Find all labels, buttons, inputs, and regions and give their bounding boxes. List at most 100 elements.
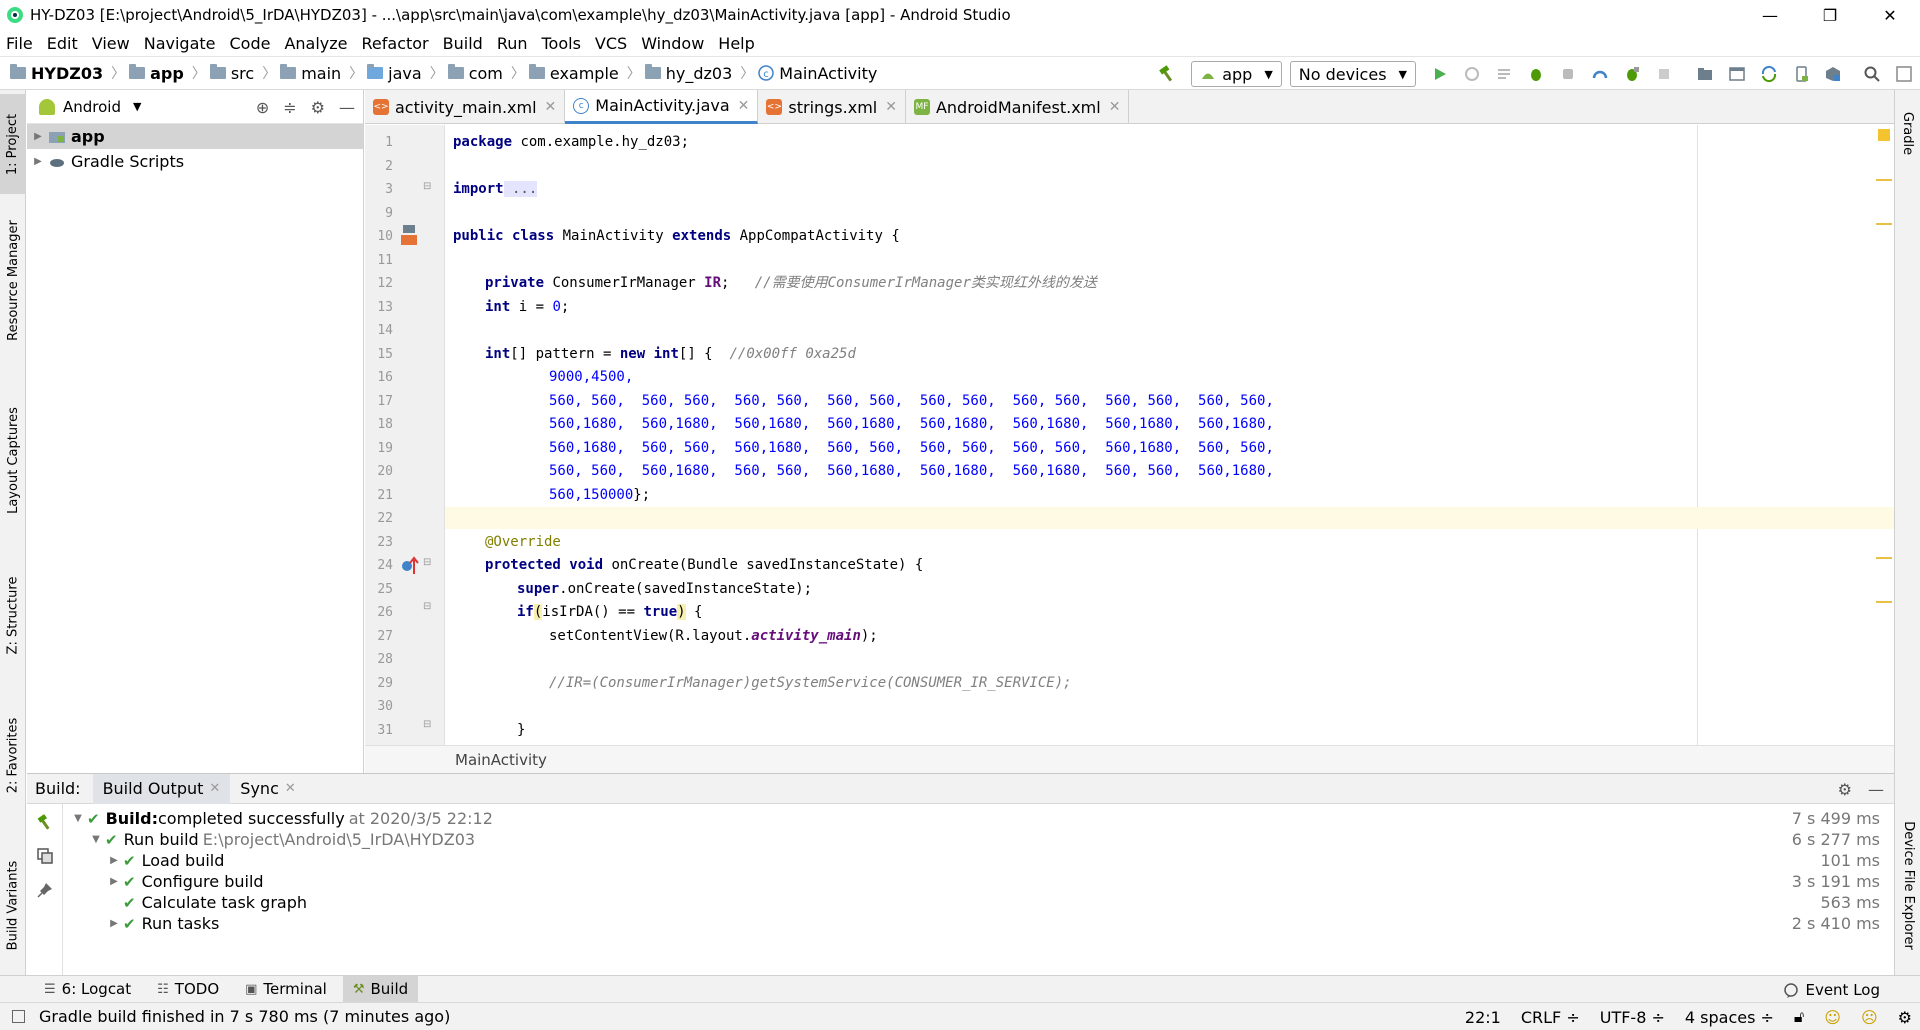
breadcrumb-main[interactable]: main — [280, 64, 341, 83]
search-icon[interactable] — [1861, 63, 1883, 85]
indent-select[interactable]: 4 spaces ÷ — [1685, 1008, 1774, 1027]
warning-marker[interactable] — [1876, 223, 1892, 225]
close-icon[interactable]: ✕ — [738, 98, 750, 114]
stop-icon[interactable] — [1653, 63, 1675, 85]
pin-icon[interactable] — [35, 880, 55, 900]
memory-indicator-icon[interactable]: ⚙ — [1898, 1008, 1912, 1027]
tool-window-structure[interactable]: Z: Structure — [0, 565, 26, 665]
tool-window-layout-captures[interactable]: Layout Captures — [0, 390, 26, 530]
build-row[interactable]: ▶ ✔ Run tasks 2 s 410 ms — [63, 913, 1894, 934]
project-structure-icon[interactable] — [1694, 63, 1716, 85]
close-button[interactable]: ✕ — [1860, 0, 1920, 30]
tree-item-gradle-scripts[interactable]: ▶ Gradle Scripts — [27, 149, 363, 174]
run-configuration-select[interactable]: app ▼ — [1191, 61, 1282, 87]
file-encoding-select[interactable]: UTF-8 ÷ — [1600, 1008, 1665, 1027]
menu-tools[interactable]: Tools — [542, 34, 581, 53]
override-method-icon[interactable] — [401, 556, 419, 576]
menu-view[interactable]: View — [92, 34, 130, 53]
warning-marker[interactable] — [1876, 557, 1892, 559]
tool-window-gradle[interactable]: Gradle — [1895, 98, 1920, 168]
breadcrumb-hy-dz03[interactable]: hy_dz03 — [644, 64, 732, 83]
tool-windows-toggle-icon[interactable] — [12, 1010, 25, 1023]
menu-navigate[interactable]: Navigate — [144, 34, 216, 53]
account-icon[interactable] — [1893, 63, 1915, 85]
tool-tab-terminal[interactable]: ▣ Terminal — [235, 976, 337, 1003]
chevron-down-icon[interactable]: ▼ — [87, 834, 105, 845]
menu-code[interactable]: Code — [230, 34, 271, 53]
tool-window-project[interactable]: 1: Project — [0, 94, 26, 194]
menu-file[interactable]: File — [6, 34, 33, 53]
gear-icon[interactable]: ⚙ — [1838, 780, 1852, 799]
fold-marker-icon[interactable]: ⊟ — [423, 601, 431, 612]
tab-activity-main-xml[interactable]: <> activity_main.xml ✕ — [365, 90, 566, 124]
folded-imports[interactable]: ... — [503, 181, 538, 197]
editor-scrollbar-markers[interactable] — [1870, 125, 1894, 745]
expand-arrow-icon[interactable]: ▶ — [27, 156, 49, 167]
menu-help[interactable]: Help — [718, 34, 754, 53]
sync-gradle-icon[interactable] — [1758, 63, 1780, 85]
warning-marker[interactable] — [1876, 179, 1892, 181]
close-icon[interactable]: ✕ — [545, 99, 557, 115]
tool-tab-todo[interactable]: ☷ TODO — [147, 976, 229, 1003]
breadcrumb-src[interactable]: src — [209, 64, 254, 83]
tool-window-favorites[interactable]: 2: Favorites — [0, 705, 26, 805]
device-select[interactable]: No devices ▼ — [1289, 61, 1416, 87]
event-log-button[interactable]: Event Log — [1783, 976, 1880, 1003]
tab-strings-xml[interactable]: <> strings.xml ✕ — [758, 90, 906, 124]
chevron-down-icon[interactable]: ▼ — [69, 813, 87, 824]
chevron-right-icon[interactable]: ▶ — [105, 918, 123, 929]
tab-build-output[interactable]: Build Output ✕ — [92, 773, 231, 804]
breadcrumb-project[interactable]: HYDZ03 — [10, 64, 103, 83]
menu-vcs[interactable]: VCS — [595, 34, 627, 53]
hide-icon[interactable]: — — [1868, 780, 1884, 799]
happy-feedback-icon[interactable]: ☺ — [1824, 1008, 1841, 1027]
lock-icon[interactable]: 🔓︎ — [1794, 1007, 1804, 1027]
attach-debugger-icon[interactable] — [1557, 63, 1579, 85]
editor-breadcrumb[interactable]: MainActivity — [455, 751, 547, 769]
apply-changes-icon[interactable] — [1461, 63, 1483, 85]
build-row[interactable]: ▼ ✔ Build: completed successfully at 202… — [63, 808, 1894, 829]
menu-build[interactable]: Build — [443, 34, 483, 53]
locate-icon[interactable]: ⊕ — [256, 98, 269, 117]
expand-arrow-icon[interactable]: ▶ — [27, 131, 49, 142]
breadcrumb-com[interactable]: com — [447, 64, 503, 83]
toggle-view-icon[interactable] — [35, 846, 55, 866]
menu-analyze[interactable]: Analyze — [284, 34, 347, 53]
menu-run[interactable]: Run — [497, 34, 528, 53]
build-row[interactable]: ▶ ✔ Load build 101 ms — [63, 850, 1894, 871]
build-row[interactable]: ▶ ✔ Configure build 3 s 191 ms — [63, 871, 1894, 892]
breadcrumb-java[interactable]: java — [367, 64, 422, 83]
fold-marker-icon[interactable]: ⊟ — [423, 181, 431, 192]
hide-icon[interactable]: — — [339, 98, 355, 117]
hammer-icon[interactable] — [35, 812, 55, 832]
run-icon[interactable] — [1429, 63, 1451, 85]
fold-marker-icon[interactable]: ⊟ — [423, 557, 431, 568]
profile-icon[interactable] — [1589, 63, 1611, 85]
sad-feedback-icon[interactable]: ☹ — [1861, 1008, 1878, 1027]
build-row[interactable]: ✔ Calculate task graph 563 ms — [63, 892, 1894, 913]
project-view-select[interactable]: Android — [63, 98, 121, 116]
tool-window-build-variants[interactable]: Build Variants — [0, 850, 26, 960]
tool-tab-logcat[interactable]: ☰ 6: Logcat — [34, 976, 141, 1003]
tab-mainactivity-java[interactable]: c MainActivity.java ✕ — [565, 90, 759, 124]
warning-marker[interactable] — [1876, 601, 1892, 603]
breadcrumb-app[interactable]: app — [129, 64, 184, 83]
warning-indicator-icon[interactable] — [1878, 129, 1890, 141]
tree-item-app[interactable]: ▶ app — [27, 124, 363, 149]
layout-xml-icon[interactable] — [401, 225, 419, 247]
chevron-right-icon[interactable]: ▶ — [105, 855, 123, 866]
fold-marker-icon[interactable]: ⊟ — [423, 719, 431, 730]
apply-code-changes-icon[interactable] — [1493, 63, 1515, 85]
gear-icon[interactable]: ⚙ — [311, 98, 325, 117]
debug-icon[interactable] — [1525, 63, 1547, 85]
status-message[interactable]: Gradle build finished in 7 s 780 ms (7 m… — [12, 1007, 450, 1026]
hammer-icon[interactable] — [1156, 63, 1178, 85]
layout-inspector-icon[interactable] — [1726, 63, 1748, 85]
tool-window-resource-manager[interactable]: Resource Manager — [0, 200, 26, 360]
sdk-manager-icon[interactable] — [1822, 63, 1844, 85]
tab-sync[interactable]: Sync ✕ — [230, 774, 305, 804]
menu-refactor[interactable]: Refactor — [362, 34, 429, 53]
code-editor[interactable]: 1 2 3 9 10 11 12 13 14 15 16 17 18 19 20… — [365, 125, 1894, 745]
close-icon[interactable]: ✕ — [209, 781, 220, 796]
line-separator-select[interactable]: CRLF ÷ — [1521, 1008, 1580, 1027]
